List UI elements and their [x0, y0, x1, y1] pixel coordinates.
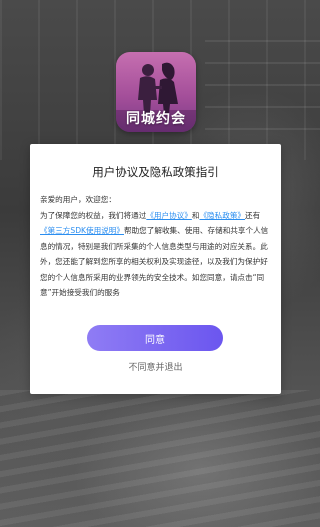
dialog-title: 用户协议及隐私政策指引 [92, 165, 219, 179]
agree-button[interactable]: 同意 [87, 325, 223, 351]
privacy-dialog: 用户协议及隐私政策指引 亲爱的用户，欢迎您： 为了保障您的权益，我们将通过《用户… [30, 144, 281, 394]
sdk-notes-link[interactable]: 《第三方SDK使用说明》 [40, 226, 124, 235]
disagree-exit-button[interactable]: 不同意并退出 [30, 360, 281, 373]
background-blanket [0, 390, 320, 527]
paragraph-text-1: 为了保障您的权益，我们将通过 [40, 210, 147, 220]
privacy-policy-link[interactable]: 《隐私政策》 [199, 211, 245, 220]
app-logo-text: 同城约会 [126, 111, 186, 127]
paragraph-text-2: 还有 [245, 210, 261, 220]
greeting-text: 亲爱的用户，欢迎您： [40, 195, 116, 204]
background-shelf-lines [205, 40, 320, 150]
app-logo: 同城约会 [116, 52, 196, 132]
paragraph-text-3: 帮助您了解收集、使用、存储和共享个人信息的情况，特别是我们所采集的个人信息类型与… [40, 226, 269, 297]
dialog-body: 亲爱的用户，欢迎您： 为了保障您的权益，我们将通过《用户协议》和《隐私政策》还有… [40, 192, 274, 301]
dialog-paragraph: 为了保障您的权益，我们将通过《用户协议》和《隐私政策》还有《第三方SDK使用说明… [40, 208, 274, 301]
user-agreement-link[interactable]: 《用户协议》 [146, 211, 192, 220]
